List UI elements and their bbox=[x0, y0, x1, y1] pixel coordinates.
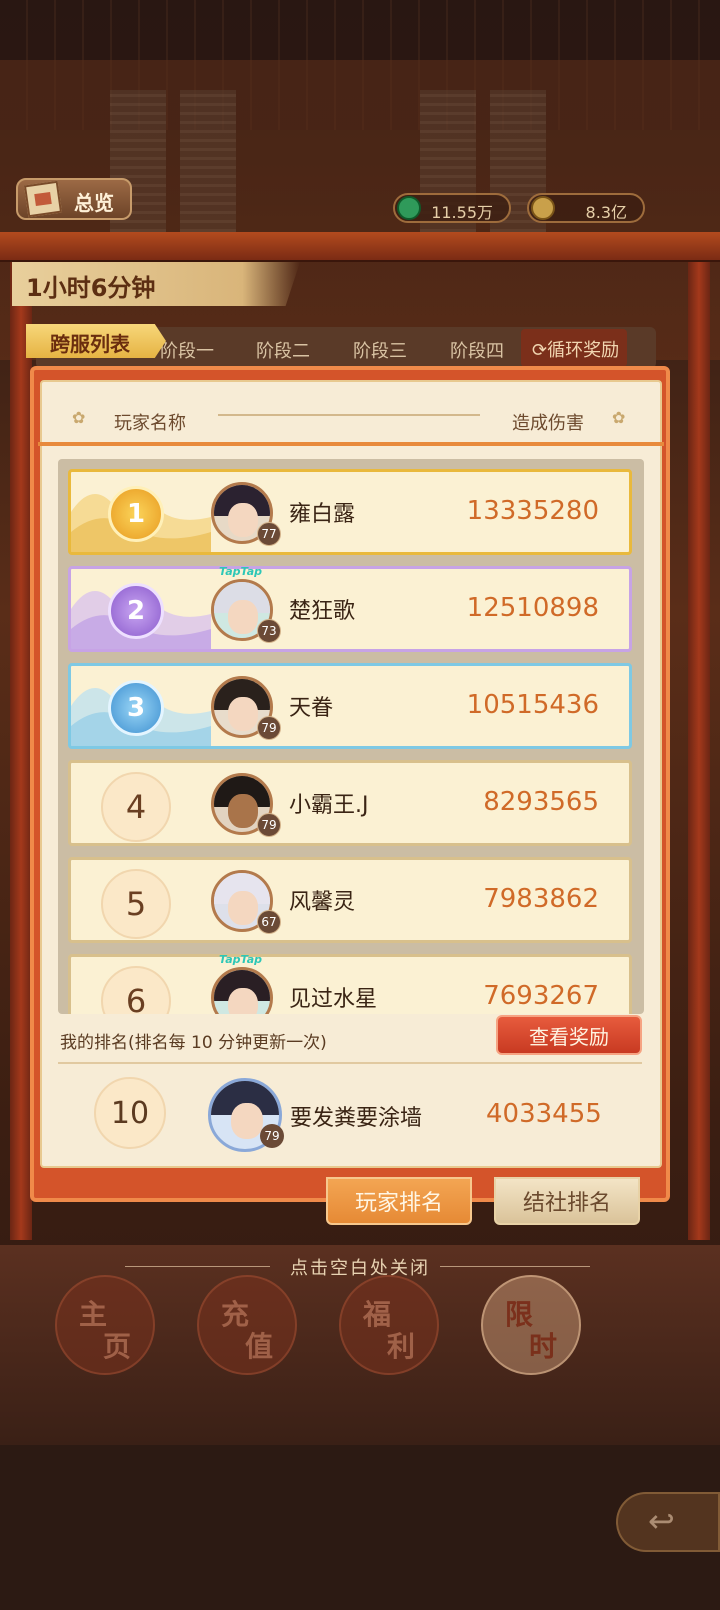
rank-number: 6 bbox=[101, 966, 171, 1014]
pillar bbox=[10, 240, 32, 1240]
level-badge: 77 bbox=[257, 522, 281, 546]
ranking-row[interactable]: 5 67 风馨灵 7983862 bbox=[68, 857, 632, 943]
my-rank-divider bbox=[58, 1062, 642, 1064]
wall-scroll bbox=[490, 90, 546, 250]
jade-coin-icon bbox=[397, 196, 421, 220]
header-underline bbox=[38, 442, 664, 446]
header-divider bbox=[218, 414, 480, 416]
player-name: 楚狂歌 bbox=[289, 599, 356, 624]
ranking-row[interactable]: 2 TapTap 73 楚狂歌 12510898 bbox=[68, 565, 632, 652]
wall-scroll bbox=[110, 90, 166, 250]
bronze-medal: 3 bbox=[108, 680, 164, 736]
player-name: 天眷 bbox=[289, 696, 334, 721]
currency-copper-value: 8.3亿 bbox=[585, 203, 627, 222]
gold-medal: 1 bbox=[108, 486, 164, 542]
nav-limited-button[interactable]: 限时 bbox=[481, 1275, 581, 1375]
level-badge: 79 bbox=[257, 813, 281, 837]
nav-recharge-button[interactable]: 充值 bbox=[197, 1275, 297, 1375]
avatar[interactable] bbox=[211, 967, 273, 1014]
level-badge: 67 bbox=[257, 910, 281, 934]
player-name: 见过水星 bbox=[289, 987, 378, 1012]
copper-coin-icon bbox=[531, 196, 555, 220]
my-damage-value: 4033455 bbox=[486, 1099, 602, 1129]
player-name: 风馨灵 bbox=[289, 890, 356, 915]
currency-copper[interactable]: 8.3亿 bbox=[527, 193, 645, 223]
damage-value: 13335280 bbox=[466, 496, 599, 526]
taptap-badge: TapTap bbox=[219, 953, 262, 966]
damage-value: 12510898 bbox=[466, 593, 599, 623]
damage-value: 10515436 bbox=[466, 690, 599, 720]
tab-stage-4[interactable]: 阶段四 bbox=[450, 337, 504, 363]
ranking-row[interactable]: 4 79 小霸王.J 8293565 bbox=[68, 760, 632, 846]
header-damage: 造成伤害 bbox=[512, 413, 584, 434]
wall-scroll bbox=[420, 90, 476, 250]
ranking-row[interactable]: 3 79 天眷 10515436 bbox=[68, 663, 632, 749]
ranking-list[interactable]: 1 77 雍白露 13335280 2 TapTap 73 楚狂歌 125108… bbox=[58, 459, 644, 1014]
back-button[interactable]: ↩ bbox=[616, 1492, 720, 1552]
tab-stage-2[interactable]: 阶段二 bbox=[256, 337, 310, 363]
view-reward-button[interactable]: 查看奖励 bbox=[496, 1015, 642, 1055]
floor-lower bbox=[0, 1445, 720, 1610]
damage-value: 8293565 bbox=[483, 787, 599, 817]
my-rank-number: 10 bbox=[94, 1077, 166, 1149]
tab-stage-1[interactable]: 阶段一 bbox=[160, 337, 214, 363]
my-rank-label: 我的排名(排名每 10 分钟更新一次) bbox=[60, 1033, 327, 1053]
overview-button[interactable]: 总览 bbox=[16, 178, 132, 220]
tab-player-rank[interactable]: 玩家排名 bbox=[326, 1177, 472, 1225]
damage-value: 7693267 bbox=[483, 981, 599, 1011]
refresh-icon: ⟳ bbox=[532, 340, 548, 361]
rank-number: 4 bbox=[101, 772, 171, 842]
currency-jade[interactable]: 11.55万 bbox=[393, 193, 511, 223]
tab-cycle-reward-label: ⟳循环奖励 bbox=[532, 340, 620, 361]
nav-home-button[interactable]: 主页 bbox=[55, 1275, 155, 1375]
pillar bbox=[688, 240, 710, 1240]
rank-number: 5 bbox=[101, 869, 171, 939]
player-name: 雍白露 bbox=[289, 502, 356, 527]
taptap-badge: TapTap bbox=[219, 565, 262, 578]
my-level-badge: 79 bbox=[260, 1124, 284, 1148]
tab-guild-rank[interactable]: 结社排名 bbox=[494, 1177, 640, 1225]
book-icon bbox=[23, 180, 63, 218]
my-player-name: 要发粪要涂墙 bbox=[290, 1106, 423, 1131]
currency-jade-value: 11.55万 bbox=[431, 203, 493, 222]
level-badge: 73 bbox=[257, 619, 281, 643]
silver-medal: 2 bbox=[108, 583, 164, 639]
flower-icon: ✿ bbox=[612, 408, 626, 427]
wall-scroll bbox=[180, 90, 236, 250]
level-badge: 79 bbox=[257, 716, 281, 740]
ranking-row[interactable]: 6 TapTap 见过水星 7693267 bbox=[68, 953, 632, 1014]
ranking-row[interactable]: 1 77 雍白露 13335280 bbox=[68, 469, 632, 555]
flower-icon: ✿ bbox=[72, 408, 86, 427]
damage-value: 7983862 bbox=[483, 884, 599, 914]
player-name: 小霸王.J bbox=[289, 793, 369, 818]
roof-beam bbox=[0, 232, 720, 262]
nav-welfare-button[interactable]: 福利 bbox=[339, 1275, 439, 1375]
cross-server-label: 跨服列表 bbox=[50, 332, 130, 356]
header-player-name: 玩家名称 bbox=[114, 413, 186, 434]
back-arrow-icon: ↩ bbox=[648, 1502, 675, 1540]
tab-stage-3[interactable]: 阶段三 bbox=[353, 337, 407, 363]
countdown-timer: 1小时6分钟 bbox=[26, 274, 156, 302]
overview-label: 总览 bbox=[74, 191, 114, 215]
